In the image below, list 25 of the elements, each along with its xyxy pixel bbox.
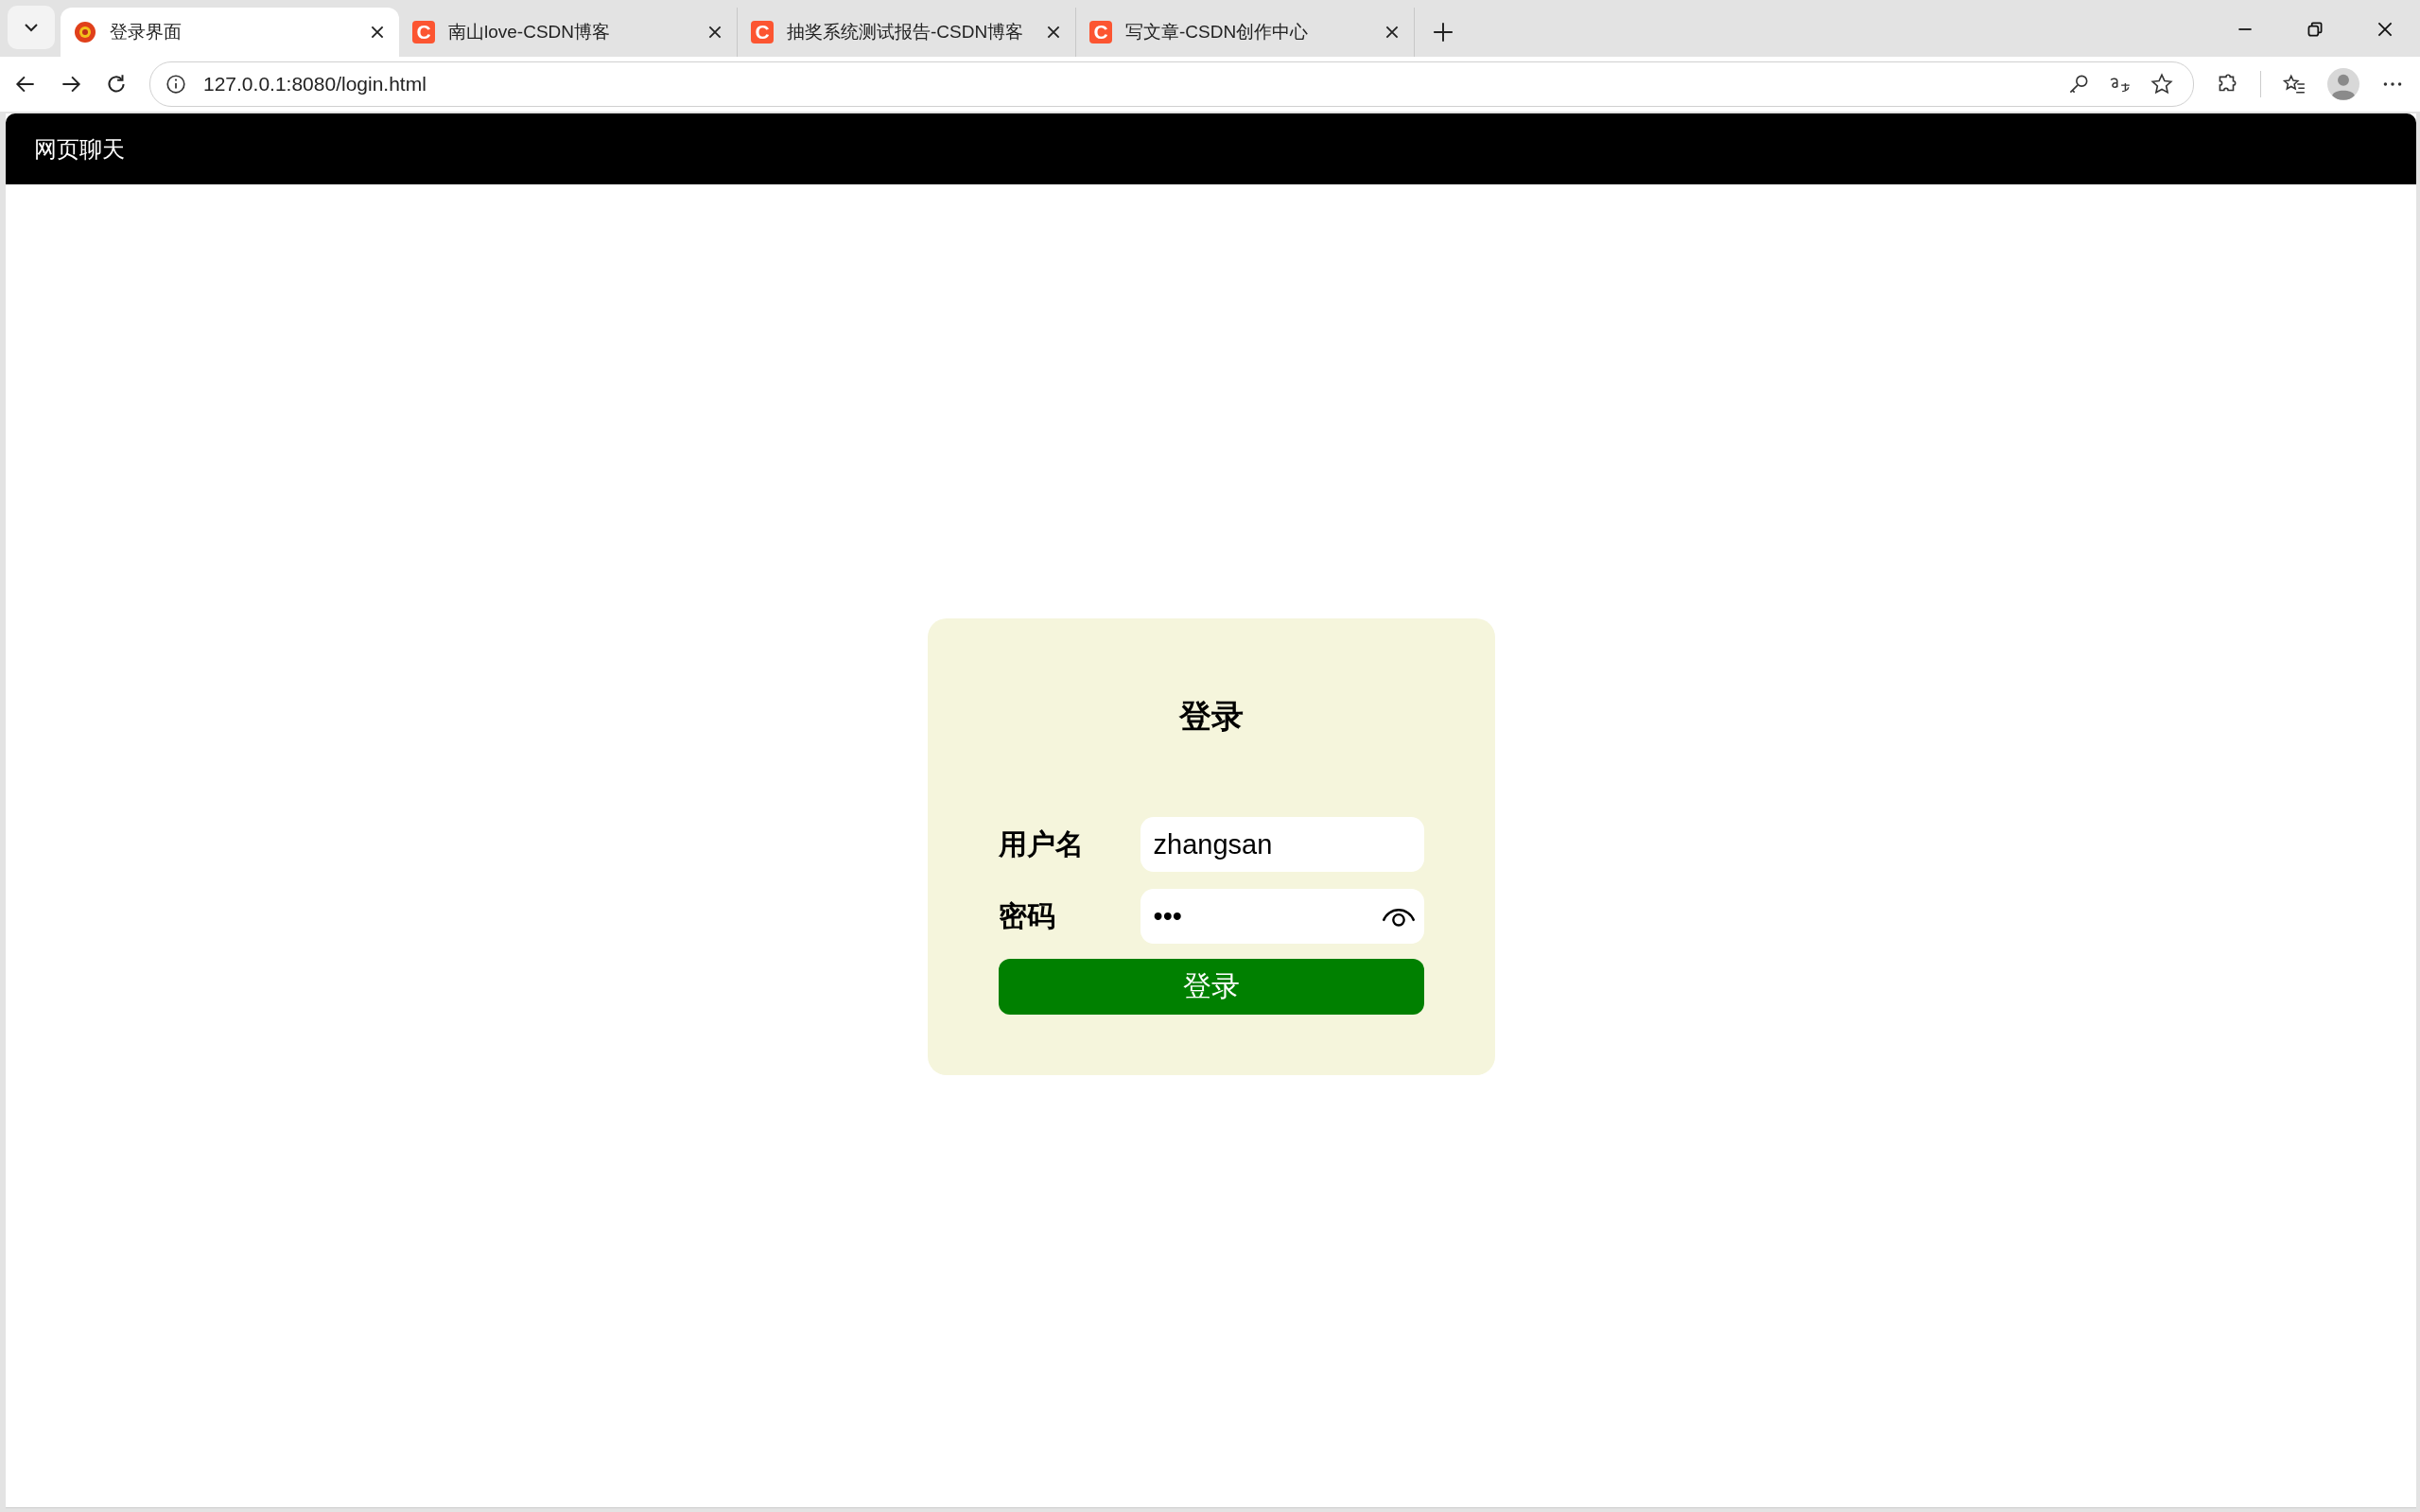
site-title: 网页聊天 [34, 134, 125, 164]
field-label: 用户名 [998, 826, 1085, 861]
site-logo-icon: C [751, 21, 774, 43]
close-icon[interactable] [706, 24, 723, 41]
star-icon[interactable] [2150, 72, 2174, 96]
tab-title: 抽奖系统测试报告-CSDN博客 [787, 21, 1025, 43]
info-icon[interactable] [165, 74, 186, 95]
tab-title: 写文章-CSDN创作中心 [1125, 21, 1310, 43]
new-tab-icon[interactable] [1432, 21, 1454, 43]
close-icon[interactable] [1384, 24, 1401, 41]
avatar-icon[interactable] [2327, 68, 2359, 100]
password-field[interactable]: ••• [1140, 889, 1424, 944]
address-bar[interactable]: 127.0.0.1:8080/login.html [149, 61, 2194, 107]
site-logo-icon: C [1089, 21, 1112, 43]
browser-tab[interactable]: 登录界面 [61, 8, 399, 57]
close-icon[interactable] [369, 24, 386, 41]
username-field[interactable]: zhangsan [1140, 817, 1424, 872]
login-button[interactable]: 登录 [998, 959, 1424, 1015]
site-logo-icon: C [412, 21, 435, 43]
login-title: 登录 [1177, 700, 1245, 732]
tab-title: 南山love-CSDN博客 [448, 21, 612, 43]
close-icon[interactable] [1045, 24, 1062, 41]
tab-title: 登录界面 [110, 21, 183, 43]
flower-icon [74, 21, 96, 43]
field-label: 密码 [998, 898, 1056, 933]
